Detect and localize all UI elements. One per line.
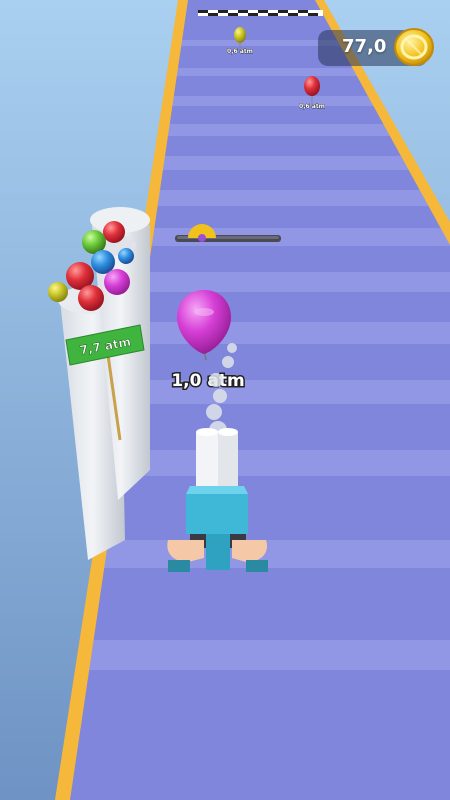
track-balloon-yellow-label: 0,6 atm <box>227 48 253 55</box>
track-stripe <box>158 156 415 170</box>
tower-balloon-pink <box>104 269 130 295</box>
tower-balloon-red-3 <box>78 285 104 311</box>
coin-count: 77,0 <box>342 36 387 57</box>
finish-line <box>198 10 323 16</box>
track-stripe <box>110 450 450 476</box>
game-scene: 7,7 atm 0,6 atm 0,6 atm 1,0 atm <box>0 0 450 800</box>
player-pressure-label: 1,0 atm <box>171 371 244 391</box>
track-stripe <box>139 272 450 292</box>
track-balloon-red-label: 0,6 atm <box>299 103 325 110</box>
tower-balloon-yellow <box>48 282 68 302</box>
track-stripe <box>163 124 397 136</box>
gold-coin-icon <box>394 28 434 66</box>
track-stripe <box>173 68 365 76</box>
track-stripe <box>168 96 381 106</box>
track-stripe <box>96 540 450 568</box>
coin-counter: 77,0 <box>318 28 434 66</box>
track-stripe <box>80 640 450 670</box>
tower-balloon-red <box>103 221 125 243</box>
tower-balloon-blue-small <box>118 248 134 264</box>
track-stripe <box>152 190 435 206</box>
